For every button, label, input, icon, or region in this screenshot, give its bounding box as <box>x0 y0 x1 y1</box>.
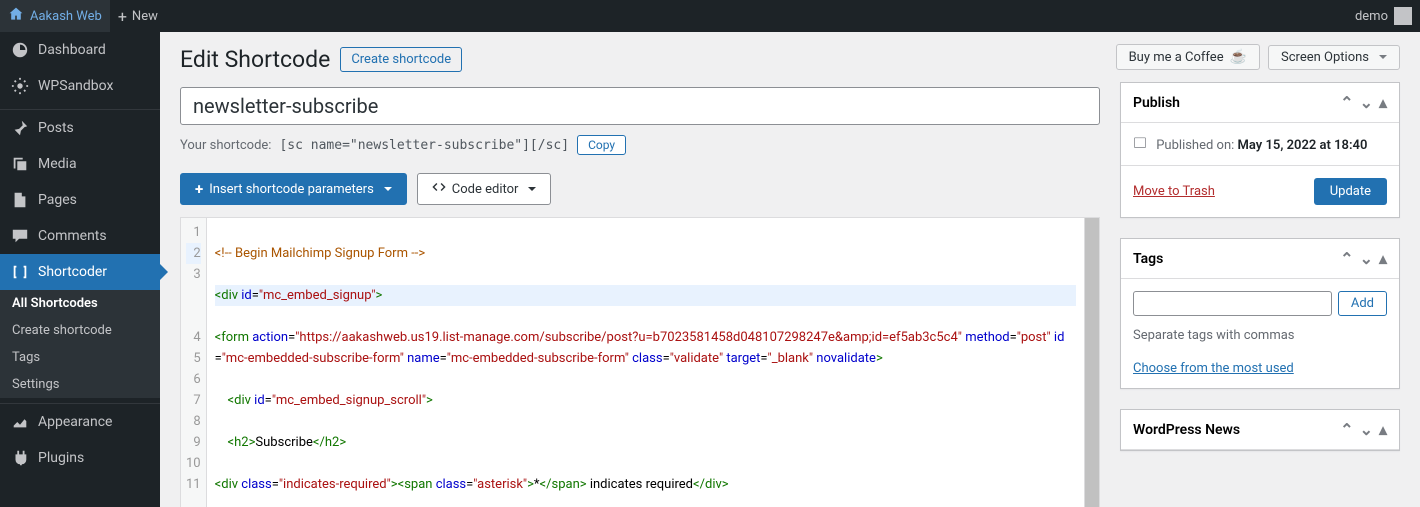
panel-toggle-icon[interactable]: ▴ <box>1379 420 1387 439</box>
submenu-create-shortcode[interactable]: Create shortcode <box>0 317 160 344</box>
site-name: Aakash Web <box>30 9 102 24</box>
site-link[interactable]: Aakash Web <box>0 0 110 32</box>
shortcode-label: Your shortcode: <box>180 138 271 153</box>
panel-up-icon[interactable]: ⌃ <box>1340 420 1353 439</box>
insert-params-label: Insert shortcode parameters <box>209 182 374 197</box>
calendar-icon <box>1133 138 1150 153</box>
chevron-down-icon <box>384 187 392 191</box>
shortcode-title-input[interactable] <box>180 87 1100 125</box>
news-title: WordPress News <box>1133 422 1240 438</box>
sidebar-item-media[interactable]: Media <box>0 146 160 182</box>
avatar <box>1394 7 1412 25</box>
user-name: demo <box>1355 9 1388 24</box>
new-link[interactable]: + New <box>110 0 166 32</box>
panel-down-icon[interactable]: ⌄ <box>1360 420 1373 439</box>
tags-hint: Separate tags with commas <box>1133 328 1387 343</box>
plus-icon: + <box>118 7 127 26</box>
scrollbar-thumb[interactable] <box>1085 218 1099 507</box>
publish-panel: Publish ⌃ ⌄ ▴ Published on: May 15, 2022… <box>1120 82 1400 218</box>
submenu-tags[interactable]: Tags <box>0 344 160 371</box>
chevron-down-icon <box>528 187 536 191</box>
sidebar-item-label: Comments <box>38 228 107 244</box>
publish-title: Publish <box>1133 95 1180 111</box>
tags-title: Tags <box>1133 251 1163 267</box>
plugins-icon <box>10 448 30 468</box>
choose-tags-link[interactable]: Choose from the most used <box>1133 361 1294 376</box>
code-icon <box>432 180 446 198</box>
sidebar-item-label: Shortcoder <box>38 264 107 280</box>
move-to-trash-link[interactable]: Move to Trash <box>1133 184 1215 199</box>
code-editor-button[interactable]: Code editor <box>417 173 552 205</box>
sidebar-item-label: WPSandbox <box>38 78 113 94</box>
sidebar-item-appearance[interactable]: Appearance <box>0 404 160 440</box>
published-label: Published on: <box>1156 138 1237 153</box>
panel-toggle-icon[interactable]: ▴ <box>1379 93 1387 112</box>
appearance-icon <box>10 412 30 432</box>
sidebar-item-pages[interactable]: Pages <box>0 182 160 218</box>
update-button[interactable]: Update <box>1314 178 1387 205</box>
code-editor-area[interactable]: 1234567891011 <!-- Begin Mailchimp Signu… <box>180 217 1100 507</box>
code-editor-label: Code editor <box>452 182 519 197</box>
sidebar-item-comments[interactable]: Comments <box>0 218 160 254</box>
sidebar-item-posts[interactable]: Posts <box>0 110 160 146</box>
code-content[interactable]: <!-- Begin Mailchimp Signup Form --> <di… <box>207 218 1084 507</box>
panel-toggle-icon[interactable]: ▴ <box>1379 249 1387 268</box>
add-tag-button[interactable]: Add <box>1338 291 1387 316</box>
copy-button[interactable]: Copy <box>577 135 626 155</box>
panel-down-icon[interactable]: ⌄ <box>1360 93 1373 112</box>
sidebar-item-wpsandbox[interactable]: WPSandbox <box>0 68 160 104</box>
home-icon <box>8 6 24 26</box>
dashboard-icon <box>10 40 30 60</box>
sidebar-item-shortcoder[interactable]: Shortcoder <box>0 254 160 290</box>
create-shortcode-button[interactable]: Create shortcode <box>340 47 462 72</box>
news-panel: WordPress News ⌃ ⌄ ▴ <box>1120 409 1400 451</box>
scrollbar[interactable] <box>1084 218 1099 507</box>
sidebar-item-label: Pages <box>38 192 77 208</box>
sidebar-item-plugins[interactable]: Plugins <box>0 440 160 476</box>
sidebar-item-label: Appearance <box>38 414 112 430</box>
submenu-settings[interactable]: Settings <box>0 371 160 398</box>
wpsandbox-icon <box>10 76 30 96</box>
page-title: Edit Shortcode <box>180 46 330 73</box>
panel-up-icon[interactable]: ⌃ <box>1340 249 1353 268</box>
tags-input[interactable] <box>1133 291 1332 316</box>
sidebar-item-label: Dashboard <box>38 42 106 58</box>
tags-panel: Tags ⌃ ⌄ ▴ Add Separate tags with commas… <box>1120 238 1400 389</box>
sidebar-item-label: Plugins <box>38 450 84 466</box>
shortcoder-icon <box>10 262 30 282</box>
sidebar-item-label: Media <box>38 156 77 172</box>
published-date: May 15, 2022 at 18:40 <box>1238 138 1368 153</box>
submenu-all-shortcodes[interactable]: All Shortcodes <box>0 290 160 317</box>
shortcode-text: [sc name="newsletter-subscribe"][/sc] <box>279 138 569 153</box>
plus-icon: + <box>195 180 203 198</box>
sidebar-item-dashboard[interactable]: Dashboard <box>0 32 160 68</box>
line-gutter: 1234567891011 <box>181 218 207 507</box>
pages-icon <box>10 190 30 210</box>
user-menu[interactable]: demo <box>1347 0 1420 32</box>
panel-up-icon[interactable]: ⌃ <box>1340 93 1353 112</box>
pin-icon <box>10 118 30 138</box>
insert-parameters-button[interactable]: + Insert shortcode parameters <box>180 173 407 205</box>
media-icon <box>10 154 30 174</box>
new-label: New <box>132 9 158 24</box>
panel-down-icon[interactable]: ⌄ <box>1360 249 1373 268</box>
sidebar-item-label: Posts <box>38 120 74 136</box>
comments-icon <box>10 226 30 246</box>
